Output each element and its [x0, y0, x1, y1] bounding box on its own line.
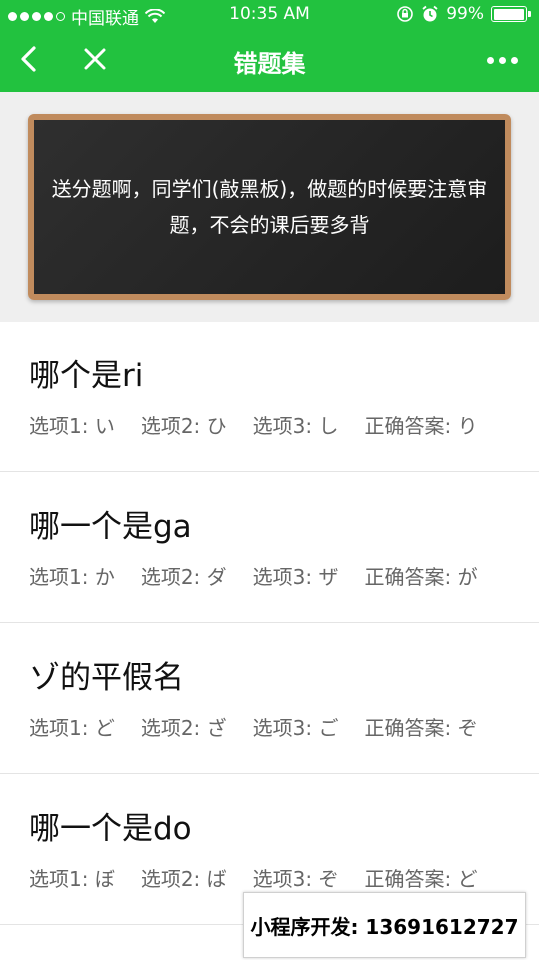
option-3: 选项3: ザ: [252, 565, 339, 589]
correct-answer: 正确答案: ど: [364, 867, 478, 891]
option-1: 选项1: ぼ: [29, 867, 115, 891]
correct-answer: 正确答案: ぞ: [364, 716, 478, 740]
correct-answer: 正确答案: が: [364, 565, 478, 589]
status-indicators: 99%: [396, 4, 531, 24]
question-options: 选项1: ぼ 选项2: ば 选项3: ぞ 正确答案: ど: [29, 863, 478, 892]
question-options: 选项1: か 选项2: ダ 选项3: ザ 正确答案: が: [29, 561, 478, 590]
more-dot: [510, 56, 518, 64]
battery-level: [493, 8, 525, 20]
option-2: 选项2: ば: [140, 867, 227, 891]
more-button[interactable]: [479, 40, 525, 80]
option-1: 选项1: い: [29, 414, 115, 438]
top-bar: 中国联通 10:35 AM 99% 错题集: [0, 0, 539, 92]
blackboard-section: 送分题啊，同学们(敲黑板)，做题的时候要注意审题，不会的课后要多背: [0, 92, 539, 322]
rotation-lock-icon: [397, 6, 414, 22]
correct-answer: 正确答案: り: [364, 414, 478, 438]
question-options: 选项1: ど 选项2: ざ 选项3: ご 正确答案: ぞ: [29, 712, 478, 741]
page-title: 错题集: [233, 50, 306, 78]
question-list: 哪个是ri 选项1: い 选项2: ひ 选项3: し 正确答案: り 哪一个是g…: [0, 322, 539, 960]
question-item[interactable]: 哪一个是ga 选项1: か 选项2: ダ 选项3: ザ 正确答案: が: [0, 473, 539, 623]
question-item[interactable]: ゾ的平假名 选项1: ど 选项2: ざ 选项3: ご 正确答案: ぞ: [0, 624, 539, 774]
nav-bar: 错题集: [0, 30, 539, 92]
option-3: 选项3: ご: [252, 716, 339, 740]
option-3: 选项3: ぞ: [252, 867, 339, 891]
more-dot: [486, 56, 494, 64]
question-text: 哪一个是do: [29, 811, 192, 847]
battery-percent: 99%: [446, 4, 484, 24]
option-2: 选项2: ざ: [140, 716, 227, 740]
blackboard: 送分题啊，同学们(敲黑板)，做题的时候要注意审题，不会的课后要多背: [28, 114, 511, 300]
question-options: 选项1: い 选项2: ひ 选项3: し 正确答案: り: [29, 410, 478, 439]
status-bar: 中国联通 10:35 AM 99%: [0, 0, 539, 30]
option-2: 选项2: ひ: [140, 414, 227, 438]
option-1: 选项1: ど: [29, 716, 115, 740]
developer-contact-badge: 小程序开发: 13691612727: [243, 892, 526, 958]
question-text: 哪个是ri: [29, 358, 144, 394]
alarm-icon: [422, 5, 438, 22]
option-3: 选项3: し: [252, 414, 339, 438]
question-item[interactable]: 哪个是ri 选项1: い 选项2: ひ 选项3: し 正确答案: り: [0, 322, 539, 472]
option-2: 选项2: ダ: [140, 565, 227, 589]
battery-icon: [491, 6, 531, 22]
question-text: ゾ的平假名: [29, 660, 184, 696]
blackboard-text: 送分题啊，同学们(敲黑板)，做题的时候要注意审题，不会的课后要多背: [51, 177, 488, 237]
more-dot: [498, 56, 506, 64]
option-1: 选项1: か: [29, 565, 115, 589]
question-text: 哪一个是ga: [29, 509, 192, 545]
